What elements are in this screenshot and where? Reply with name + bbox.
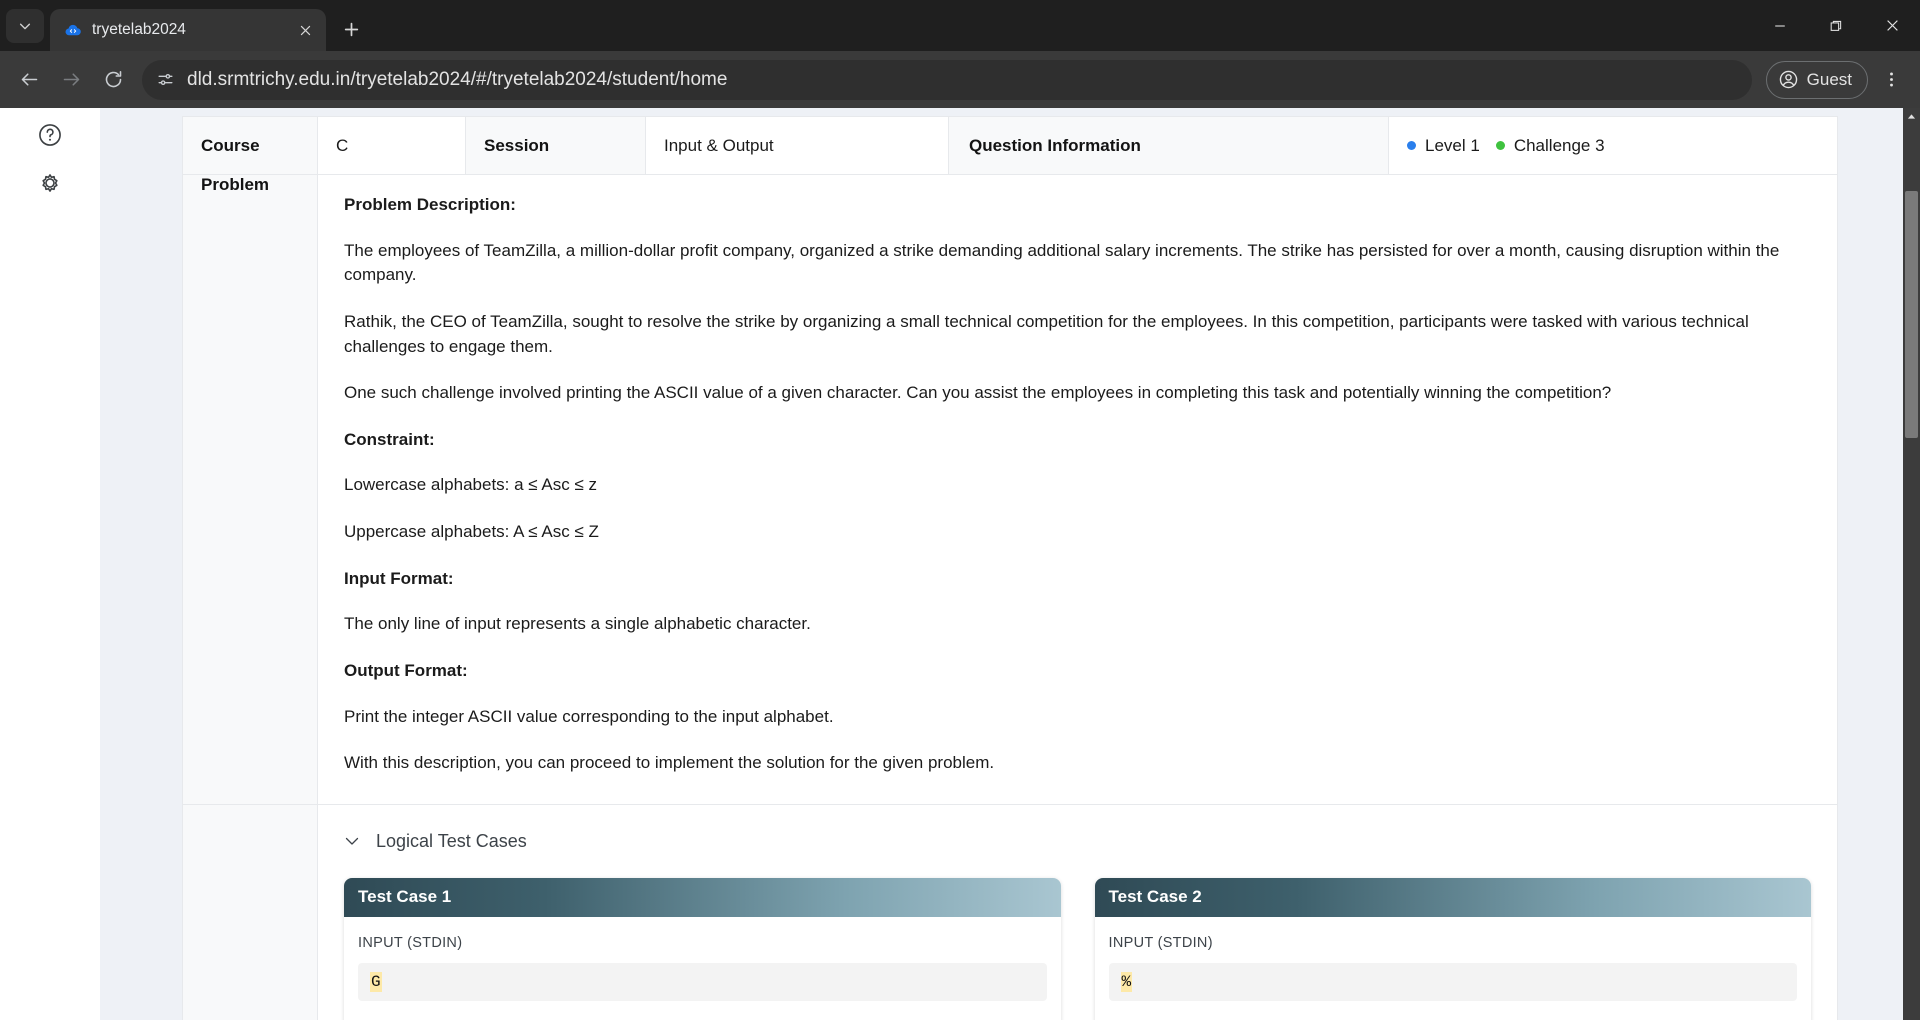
problem-block: Constraint:: [344, 429, 435, 449]
test-case-card: Test Case 1 INPUT (STDIN) G EXPECTED OUT…: [344, 877, 1061, 1020]
problem-block: The employees of TeamZilla, a million-do…: [344, 240, 1780, 285]
browser-tab[interactable]: tryetelab2024: [50, 9, 326, 51]
page-viewport: Course C Session Input & Output Question…: [0, 108, 1920, 1020]
logical-test-cases-label: Logical Test Cases: [376, 830, 527, 851]
status-badge-challenge: Challenge 3: [1495, 135, 1605, 156]
input-highlight: %: [1120, 971, 1133, 992]
logical-test-cases-section: Logical Test Cases Test Case 1 INPUT (ST…: [318, 805, 1837, 1020]
back-button[interactable]: [10, 61, 48, 99]
test-cases-row: Logical Test Cases Test Case 1 INPUT (ST…: [182, 803, 1838, 1020]
forward-button[interactable]: [52, 61, 90, 99]
input-highlight: G: [370, 971, 382, 992]
page-scrollbar[interactable]: [1903, 108, 1920, 1020]
input-stdin-label: INPUT (STDIN): [1108, 934, 1213, 951]
new-tab-button[interactable]: [334, 12, 368, 46]
browser-menu-button[interactable]: [1872, 61, 1910, 99]
minimize-button[interactable]: [1752, 0, 1808, 51]
close-icon: [1886, 20, 1898, 31]
tab-title: tryetelab2024: [92, 21, 186, 38]
logical-test-cases-toggle[interactable]: Logical Test Cases: [344, 831, 1811, 852]
code-cloud-favicon: [64, 21, 82, 39]
question-card: Course C Session Input & Output Question…: [182, 116, 1838, 1020]
site-settings-icon[interactable]: [156, 70, 175, 89]
problem-block: Rathik, the CEO of TeamZilla, sought to …: [344, 311, 1749, 356]
challenge-dot-icon: [1495, 141, 1505, 150]
kebab-menu-icon: [1889, 72, 1893, 87]
url-text: dld.srmtrichy.edu.in/tryetelab2024/#/try…: [187, 68, 728, 90]
browser-toolbar: dld.srmtrichy.edu.in/tryetelab2024/#/try…: [0, 51, 1920, 108]
session-label: Session: [465, 116, 646, 175]
problem-description-body: Problem Description: The employees of Te…: [317, 174, 1838, 805]
problem-block: Output Format:: [344, 661, 468, 681]
reload-icon: [105, 71, 121, 88]
chevron-down-icon: [19, 23, 31, 30]
table-header-row: Course C Session Input & Output Question…: [182, 116, 1838, 175]
window-controls: [1752, 0, 1920, 51]
test-case-body: INPUT (STDIN) G EXPECTED OUTPUT 71: [344, 917, 1061, 1020]
test-cases-grid: Test Case 1 INPUT (STDIN) G EXPECTED OUT…: [344, 877, 1812, 1020]
minimize-icon: [1775, 24, 1785, 27]
chevron-down-icon: [344, 833, 360, 849]
address-bar[interactable]: dld.srmtrichy.edu.in/tryetelab2024/#/try…: [142, 59, 1752, 100]
close-window-button[interactable]: [1864, 0, 1920, 51]
challenge-label: Challenge 3: [1513, 135, 1605, 155]
problem-row: Problem Problem Description: The employe…: [182, 174, 1838, 805]
problem-block: The only line of input represents a sing…: [344, 614, 811, 634]
scrollbar-thumb[interactable]: [1905, 191, 1918, 438]
test-case-input-value: G: [358, 962, 1047, 1001]
back-arrow-icon: [21, 73, 37, 86]
problem-block: Lowercase alphabets: a ≤ Asc ≤ z: [344, 475, 598, 495]
test-case-title: Test Case 2: [1094, 877, 1811, 917]
input-stdin-label: INPUT (STDIN): [358, 934, 463, 951]
tab-strip: tryetelab2024: [0, 0, 1920, 51]
problem-block: Problem Description:: [344, 195, 516, 214]
level-label: Level 1: [1425, 135, 1480, 155]
problem-block: Uppercase alphabets: A ≤ Asc ≤ Z: [344, 522, 599, 542]
plus-icon: [344, 22, 358, 36]
test-case-body: INPUT (STDIN) % EXPECTED OUTPUT Invalid …: [1095, 917, 1812, 1020]
account-circle-icon: [1778, 69, 1799, 90]
status-badge-level: Level 1: [1407, 136, 1480, 156]
test-case-input-value: %: [1108, 962, 1797, 1001]
course-value: C: [317, 116, 466, 175]
badges: Level 1 Challenge 3: [1407, 136, 1819, 156]
reload-button[interactable]: [94, 61, 132, 99]
forward-arrow-icon: [63, 73, 79, 86]
maximize-button[interactable]: [1808, 0, 1864, 51]
left-rail: [0, 108, 100, 1020]
test-cases-body: Logical Test Cases Test Case 1 INPUT (ST…: [317, 803, 1838, 1020]
course-label: Course: [182, 116, 318, 175]
profile-button[interactable]: Guest: [1765, 60, 1868, 99]
tab-close-icon[interactable]: [294, 19, 316, 41]
problem-block: One such challenge involved printing the…: [344, 383, 1612, 403]
problem-block: Print the integer ASCII value correspond…: [344, 706, 834, 726]
test-case-title: Test Case 1: [344, 877, 1061, 917]
question-badges-cell: Level 1 Challenge 3: [1388, 116, 1838, 175]
question-information-label: Question Information: [948, 116, 1389, 175]
session-value: Input & Output: [645, 116, 949, 175]
test-case-card: Test Case 2 INPUT (STDIN) % EXPECTED OUT…: [1094, 877, 1812, 1020]
tab-search-button[interactable]: [6, 9, 44, 43]
scroll-up-arrow-icon[interactable]: [1903, 108, 1920, 125]
help-icon[interactable]: [37, 122, 63, 148]
problem-block: With this description, you can proceed t…: [344, 753, 995, 773]
test-cases-row-label: [182, 803, 318, 1020]
browser-window: tryetelab2024 dld.srmtrichy.edu.in/tryet…: [0, 0, 1920, 1020]
problem-row-label: Problem: [182, 174, 318, 805]
restore-icon: [1830, 20, 1842, 31]
page-content-area: Course C Session Input & Output Question…: [100, 108, 1920, 1020]
question-table: Course C Session Input & Output Question…: [182, 116, 1838, 1020]
profile-label: Guest: [1806, 69, 1852, 89]
level-dot-icon: [1407, 141, 1416, 150]
problem-block: Input Format:: [344, 568, 454, 588]
settings-gear-icon[interactable]: [37, 170, 63, 196]
